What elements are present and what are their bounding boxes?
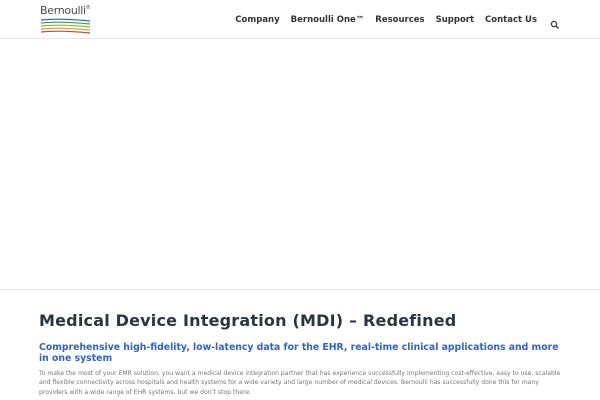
logo-wordmark: Bernoulli® bbox=[40, 4, 91, 17]
nav-bernoulli-one[interactable]: Bernoulli One™ bbox=[291, 15, 365, 25]
page-title: Medical Device Integration (MDI) – Redef… bbox=[39, 311, 457, 330]
main-nav: Company Bernoulli One™ Resources Support… bbox=[235, 0, 560, 39]
nav-support[interactable]: Support bbox=[436, 15, 474, 25]
page-subtitle: Comprehensive high-fidelity, low-latency… bbox=[39, 342, 559, 364]
nav-contact-us[interactable]: Contact Us bbox=[485, 15, 537, 25]
logo-swoosh-icon bbox=[40, 18, 91, 34]
search-icon[interactable] bbox=[550, 15, 560, 29]
site-header: Bernoulli® Company Bernoulli One™ Resour… bbox=[0, 0, 600, 39]
nav-company[interactable]: Company bbox=[235, 15, 279, 25]
hero-banner bbox=[0, 40, 600, 290]
nav-resources[interactable]: Resources bbox=[375, 15, 424, 25]
bernoulli-logo[interactable]: Bernoulli® bbox=[40, 4, 92, 34]
intro-paragraph: To make the most of your EMR solution, y… bbox=[39, 370, 561, 396]
